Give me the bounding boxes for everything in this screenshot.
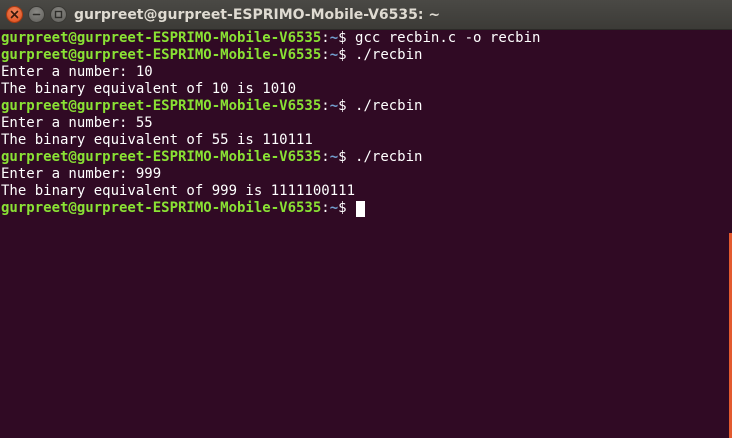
title-bar[interactable]: gurpreet@gurpreet-ESPRIMO-Mobile-V6535: … xyxy=(0,0,732,30)
command-text: gcc recbin.c -o recbin xyxy=(346,30,541,46)
prompt-user: gurpreet@gurpreet-ESPRIMO-Mobile-V6535 xyxy=(1,30,322,46)
maximize-button[interactable] xyxy=(50,6,67,23)
prompt-symbol: $ xyxy=(338,30,347,46)
prompt-separator: : xyxy=(321,98,330,114)
window-title: gurpreet@gurpreet-ESPRIMO-Mobile-V6535: … xyxy=(74,7,441,23)
output-text: Enter a number: 999 xyxy=(1,166,162,182)
output-line: Enter a number: 55 xyxy=(1,115,726,132)
prompt-separator: : xyxy=(321,149,330,165)
close-button[interactable] xyxy=(6,6,23,23)
prompt-path: ~ xyxy=(329,149,339,165)
prompt-path: ~ xyxy=(329,200,339,216)
prompt-separator: : xyxy=(321,200,330,216)
prompt-line: gurpreet@gurpreet-ESPRIMO-Mobile-V6535: ~… xyxy=(1,30,726,47)
command-text xyxy=(347,200,355,217)
prompt-path: ~ xyxy=(329,47,339,63)
prompt-symbol: $ xyxy=(338,149,347,165)
output-line: Enter a number: 10 xyxy=(1,64,726,81)
maximize-icon xyxy=(54,10,63,19)
prompt-line: gurpreet@gurpreet-ESPRIMO-Mobile-V6535: ~… xyxy=(1,149,726,166)
prompt-symbol: $ xyxy=(338,200,347,216)
prompt-path: ~ xyxy=(329,30,339,46)
prompt-separator: : xyxy=(321,30,330,46)
terminal-output[interactable]: gurpreet@gurpreet-ESPRIMO-Mobile-V6535: ~… xyxy=(1,30,726,438)
prompt-user: gurpreet@gurpreet-ESPRIMO-Mobile-V6535 xyxy=(1,200,322,216)
command-text: ./recbin xyxy=(346,98,423,114)
prompt-line: gurpreet@gurpreet-ESPRIMO-Mobile-V6535: ~… xyxy=(1,200,726,217)
output-text: The binary equivalent of 55 is 110111 xyxy=(1,132,313,148)
prompt-user: gurpreet@gurpreet-ESPRIMO-Mobile-V6535 xyxy=(1,47,322,63)
prompt-line: gurpreet@gurpreet-ESPRIMO-Mobile-V6535: ~… xyxy=(1,98,726,115)
output-line: The binary equivalent of 10 is 1010 xyxy=(1,81,726,98)
output-line: The binary equivalent of 55 is 110111 xyxy=(1,132,726,149)
command-text: ./recbin xyxy=(346,47,423,63)
output-line: The binary equivalent of 999 is 11111001… xyxy=(1,183,726,200)
prompt-symbol: $ xyxy=(338,98,347,114)
terminal-window: gurpreet@gurpreet-ESPRIMO-Mobile-V6535: … xyxy=(0,0,732,438)
command-text: ./recbin xyxy=(346,149,423,165)
minimize-icon xyxy=(32,13,41,16)
minimize-button[interactable] xyxy=(28,6,45,23)
prompt-user: gurpreet@gurpreet-ESPRIMO-Mobile-V6535 xyxy=(1,98,322,114)
prompt-path: ~ xyxy=(329,98,339,114)
text-cursor xyxy=(356,200,366,217)
close-icon xyxy=(10,10,19,19)
output-text: The binary equivalent of 10 is 1010 xyxy=(1,81,297,97)
prompt-symbol: $ xyxy=(338,47,347,63)
prompt-line: gurpreet@gurpreet-ESPRIMO-Mobile-V6535: ~… xyxy=(1,47,726,64)
output-text: Enter a number: 55 xyxy=(1,115,153,131)
output-text: Enter a number: 10 xyxy=(1,64,153,80)
output-text: The binary equivalent of 999 is 11111001… xyxy=(1,183,356,199)
prompt-separator: : xyxy=(321,47,330,63)
output-line: Enter a number: 999 xyxy=(1,166,726,183)
prompt-user: gurpreet@gurpreet-ESPRIMO-Mobile-V6535 xyxy=(1,149,322,165)
